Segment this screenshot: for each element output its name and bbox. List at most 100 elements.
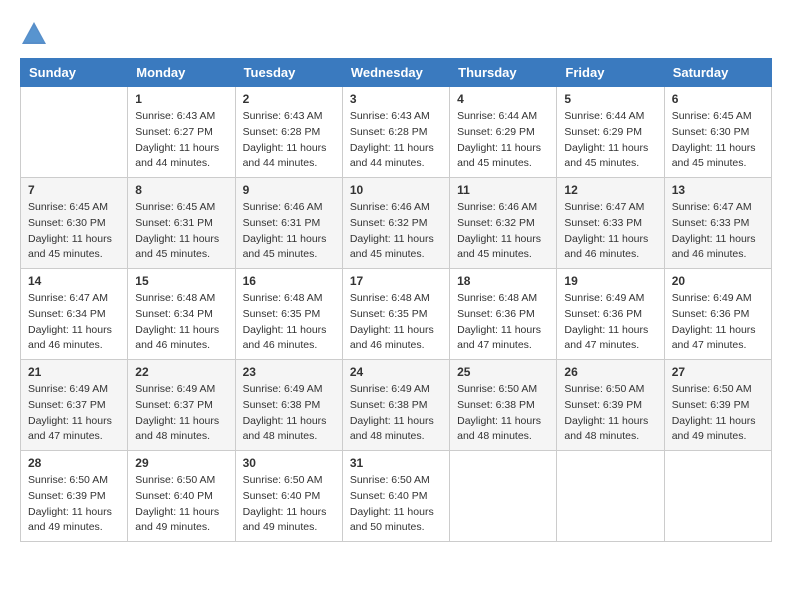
logo [20,20,52,48]
day-info: Sunrise: 6:49 AM Sunset: 6:38 PM Daylight:… [243,382,335,445]
calendar-cell: 2Sunrise: 6:43 AMSunset: 6:28 PMDaylight… [235,87,342,178]
day-of-week-header: Wednesday [342,59,449,87]
calendar-cell: 17Sunrise: 6:48 AMSunset: 6:35 PMDayligh… [342,269,449,360]
day-of-week-header: Friday [557,59,664,87]
sunset-text: Sunset: 6:36 PM [457,308,535,320]
day-info: Sunrise: 6:44 AMSunset: 6:29 PMDaylight:… [457,109,549,172]
sunrise-text: Sunrise: 6:48 AM [243,292,323,304]
sunset-text: Sunset: 6:28 PM [243,126,321,138]
daylight-text: Daylight: 11 hours and 45 minutes. [243,233,327,261]
day-number: 30 [243,456,335,470]
day-info: Sunrise: 6:43 AM Sunset: 6:28 PM Daylight:… [243,109,335,172]
daylight-text: Daylight: 11 hours and 46 minutes. [243,324,327,352]
sunrise-text: Sunrise: 6:48 AM [457,292,537,304]
day-number: 29 [135,456,227,470]
day-number: 22 [135,365,227,379]
calendar-cell: 30 Sunrise: 6:50 AM Sunset: 6:40 PM Dayligh… [235,451,342,542]
daylight-text: Daylight: 11 hours and 49 minutes. [135,506,219,534]
day-number: 4 [457,92,549,106]
sunset-text: Sunset: 6:38 PM [457,399,535,411]
sunset-text: Sunset: 6:31 PM [243,217,321,229]
daylight-text: Daylight: 11 hours and 44 minutes. [243,142,327,170]
daylight-text: Daylight: 11 hours and 46 minutes. [672,233,756,261]
sunrise-text: Sunrise: 6:43 AM [243,110,323,122]
calendar-cell [557,451,664,542]
sunset-text: Sunset: 6:39 PM [672,399,750,411]
sunset-text: Sunset: 6:32 PM [350,217,428,229]
day-info: Sunrise: 6:46 AMSunset: 6:31 PMDaylight:… [243,200,335,263]
sunrise-text: Sunrise: 6:45 AM [28,201,108,213]
sunrise-text: Sunrise: 6:47 AM [672,201,752,213]
calendar-row: 14Sunrise: 6:47 AMSunset: 6:34 PMDayligh… [21,269,772,360]
daylight-text: Daylight: 11 hours and 49 minutes. [28,506,112,534]
day-number: 14 [28,274,120,288]
day-of-week-header: Monday [128,59,235,87]
sunset-text: Sunset: 6:37 PM [28,399,106,411]
calendar-cell: 27Sunrise: 6:50 AMSunset: 6:39 PMDayligh… [664,360,771,451]
calendar-cell: 28Sunrise: 6:50 AMSunset: 6:39 PMDayligh… [21,451,128,542]
day-info: Sunrise: 6:45 AMSunset: 6:30 PMDaylight:… [28,200,120,263]
daylight-text: Daylight: 11 hours and 48 minutes. [243,415,327,443]
day-info: Sunrise: 6:48 AMSunset: 6:34 PMDaylight:… [135,291,227,354]
day-number: 23 [243,365,335,379]
day-of-week-header: Saturday [664,59,771,87]
calendar-cell: 3Sunrise: 6:43 AMSunset: 6:28 PMDaylight… [342,87,449,178]
calendar-cell: 29Sunrise: 6:50 AMSunset: 6:40 PMDayligh… [128,451,235,542]
sunrise-text: Sunrise: 6:49 AM [243,383,323,395]
sunset-text: Sunset: 6:34 PM [28,308,106,320]
sunrise-text: Sunrise: 6:49 AM [135,383,215,395]
sunset-text: Sunset: 6:40 PM [243,490,321,502]
sunrise-text: Sunrise: 6:50 AM [672,383,752,395]
day-number: 19 [564,274,656,288]
sunrise-text: Sunrise: 6:45 AM [672,110,752,122]
day-info: Sunrise: 6:43 AMSunset: 6:27 PMDaylight:… [135,109,227,172]
calendar-cell: 18Sunrise: 6:48 AMSunset: 6:36 PMDayligh… [450,269,557,360]
calendar-cell: 24Sunrise: 6:49 AMSunset: 6:38 PMDayligh… [342,360,449,451]
day-info: Sunrise: 6:50 AM Sunset: 6:39 PM Daylight:… [564,382,656,445]
sunset-text: Sunset: 6:38 PM [243,399,321,411]
day-number: 10 [350,183,442,197]
calendar-cell: 7Sunrise: 6:45 AMSunset: 6:30 PMDaylight… [21,178,128,269]
sunset-text: Sunset: 6:37 PM [135,399,213,411]
daylight-text: Daylight: 11 hours and 48 minutes. [564,415,648,443]
day-of-week-header: Tuesday [235,59,342,87]
calendar-cell: 25Sunrise: 6:50 AMSunset: 6:38 PMDayligh… [450,360,557,451]
sunrise-text: Sunrise: 6:49 AM [350,383,430,395]
sunset-text: Sunset: 6:36 PM [564,308,642,320]
sunrise-text: Sunrise: 6:45 AM [135,201,215,213]
day-number: 5 [564,92,656,106]
daylight-text: Daylight: 11 hours and 48 minutes. [135,415,219,443]
calendar-cell: 19Sunrise: 6:49 AMSunset: 6:36 PMDayligh… [557,269,664,360]
calendar-table: SundayMondayTuesdayWednesdayThursdayFrid… [20,58,772,542]
daylight-text: Daylight: 11 hours and 49 minutes. [243,506,327,534]
sunrise-text: Sunrise: 6:50 AM [564,383,644,395]
calendar-cell: 5Sunrise: 6:44 AMSunset: 6:29 PMDaylight… [557,87,664,178]
sunrise-text: Sunrise: 6:49 AM [672,292,752,304]
sunset-text: Sunset: 6:29 PM [457,126,535,138]
daylight-text: Daylight: 11 hours and 45 minutes. [564,142,648,170]
day-number: 20 [672,274,764,288]
sunrise-text: Sunrise: 6:43 AM [135,110,215,122]
page-header [20,20,772,48]
sunset-text: Sunset: 6:31 PM [135,217,213,229]
day-info: Sunrise: 6:48 AMSunset: 6:35 PMDaylight:… [243,291,335,354]
sunset-text: Sunset: 6:38 PM [350,399,428,411]
sunset-text: Sunset: 6:30 PM [672,126,750,138]
sunset-text: Sunset: 6:39 PM [564,399,642,411]
day-number: 21 [28,365,120,379]
daylight-text: Daylight: 11 hours and 46 minutes. [350,324,434,352]
day-info: Sunrise: 6:48 AMSunset: 6:35 PMDaylight:… [350,291,442,354]
calendar-cell: 14Sunrise: 6:47 AMSunset: 6:34 PMDayligh… [21,269,128,360]
day-info: Sunrise: 6:46 AMSunset: 6:32 PMDaylight:… [350,200,442,263]
daylight-text: Daylight: 11 hours and 46 minutes. [135,324,219,352]
daylight-text: Daylight: 11 hours and 46 minutes. [28,324,112,352]
sunset-text: Sunset: 6:40 PM [350,490,428,502]
sunrise-text: Sunrise: 6:50 AM [243,474,323,486]
logo-icon [20,20,48,48]
day-info: Sunrise: 6:49 AMSunset: 6:37 PMDaylight:… [28,382,120,445]
day-info: Sunrise: 6:47 AMSunset: 6:33 PMDaylight:… [564,200,656,263]
day-number: 15 [135,274,227,288]
calendar-cell: 9Sunrise: 6:46 AMSunset: 6:31 PMDaylight… [235,178,342,269]
day-info: Sunrise: 6:49 AMSunset: 6:36 PMDaylight:… [672,291,764,354]
daylight-text: Daylight: 11 hours and 50 minutes. [350,506,434,534]
